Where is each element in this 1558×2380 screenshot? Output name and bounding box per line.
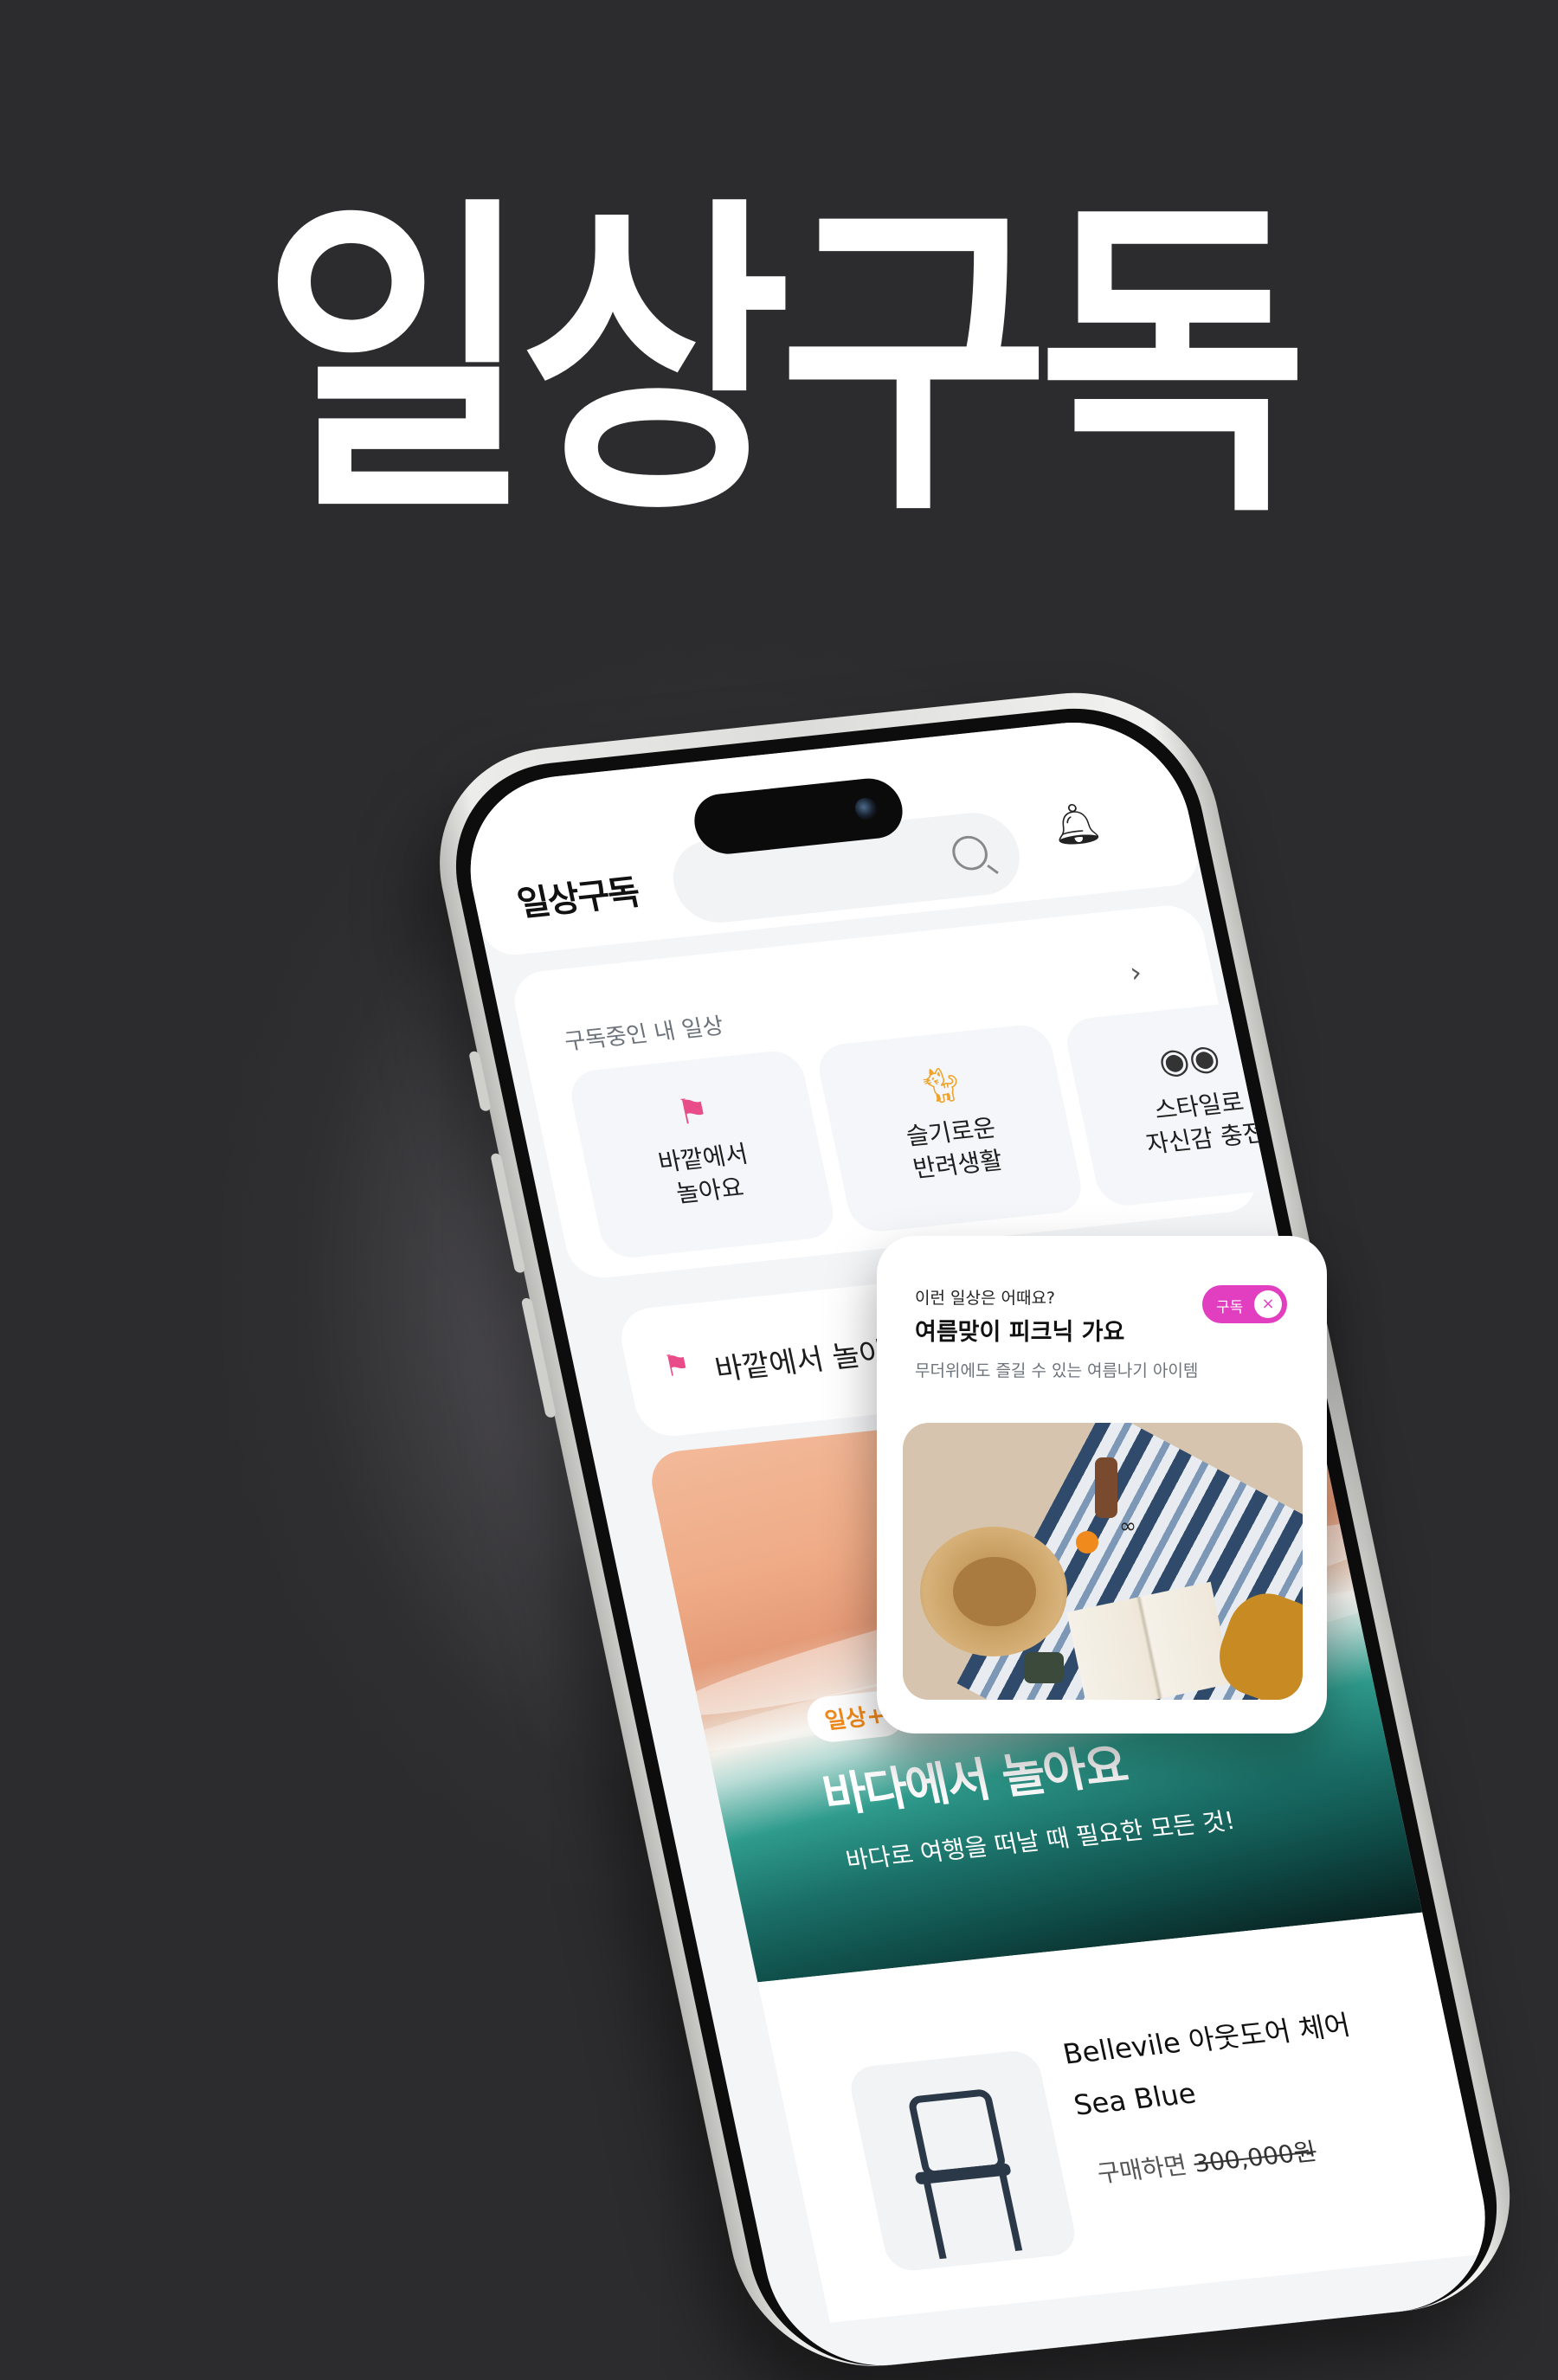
chevron-right-icon[interactable]: › bbox=[1127, 955, 1145, 989]
product-name: Bellevile 아웃도어 체어 Sea Blue bbox=[1059, 2008, 1354, 2122]
subscription-card: 구독중인 내 일상 › ⚑ 바깥에서 놀아요 🐈︎ 슬기로운 반려생활 ◉◉ 스… bbox=[508, 902, 1335, 1282]
category-label: 슬기로운 반려생활 bbox=[904, 1113, 1006, 1184]
sunglasses-icon: ◉◉ bbox=[1155, 1037, 1224, 1083]
toggle-label: 구독 bbox=[1216, 1299, 1244, 1316]
bell-icon[interactable]: 🔔︎ bbox=[1046, 798, 1105, 849]
product-card[interactable]: Bellevile 아웃도어 체어 Sea Blue 구매하면 300,000원… bbox=[757, 1907, 1505, 2323]
action-button bbox=[468, 1051, 492, 1112]
subscribe-toggle[interactable]: 구독 × bbox=[1202, 1285, 1287, 1323]
search-icon[interactable] bbox=[949, 833, 991, 872]
sunglasses-icon: ∞ bbox=[1119, 1514, 1136, 1538]
category-label: 스타일로 자신감 충전 bbox=[1143, 1087, 1268, 1159]
category-outdoor[interactable]: ⚑ 바깥에서 놀아요 bbox=[566, 1048, 839, 1261]
heart-icon[interactable]: ♥ bbox=[1456, 2036, 1499, 2082]
camera-icon bbox=[1024, 1652, 1064, 1683]
product-image bbox=[846, 2049, 1079, 2274]
hero-title: 일상구독 bbox=[261, 171, 1308, 556]
category-pet[interactable]: 🐈︎ 슬기로운 반려생활 bbox=[814, 1022, 1087, 1235]
product-price: 구매하면 300,000원 bbox=[1094, 2132, 1319, 2190]
card-title: 여름맞이 피크닉 가요 bbox=[915, 1319, 1125, 1346]
category-style[interactable]: ◉◉ 스타일로 자신감 충전 bbox=[1061, 996, 1335, 1208]
price-prefix: 구매하면 bbox=[1094, 2151, 1190, 2189]
close-icon[interactable]: × bbox=[1254, 1290, 1282, 1318]
card-question: 이런 일상은 어때요? bbox=[915, 1289, 1056, 1308]
picnic-photo: ∞ bbox=[903, 1423, 1303, 1700]
category-label: 바깥에서 놀아요 bbox=[655, 1139, 750, 1208]
card-description: 무더위에도 즐길 수 있는 여름나기 아이템 bbox=[915, 1361, 1199, 1380]
banner-title: 바다에서 놀아요 bbox=[818, 1738, 1131, 1824]
recommendation-card[interactable]: 이런 일상은 어때요? 여름맞이 피크닉 가요 무더위에도 즐길 수 있는 여름… bbox=[877, 1236, 1327, 1734]
chair-leg bbox=[999, 2173, 1023, 2251]
app-logo[interactable]: 일상구독 bbox=[512, 865, 643, 927]
chair-leg bbox=[923, 2181, 947, 2260]
bottle bbox=[1095, 1457, 1117, 1518]
orange-fruit bbox=[1076, 1531, 1098, 1553]
signpost-icon: ⚑ bbox=[660, 1347, 694, 1385]
front-camera-icon bbox=[853, 796, 880, 821]
subscription-title: 구독중인 내 일상 bbox=[562, 1013, 726, 1056]
straw-hat-crown bbox=[953, 1557, 1036, 1626]
original-price: 300,000원 bbox=[1191, 2137, 1319, 2178]
